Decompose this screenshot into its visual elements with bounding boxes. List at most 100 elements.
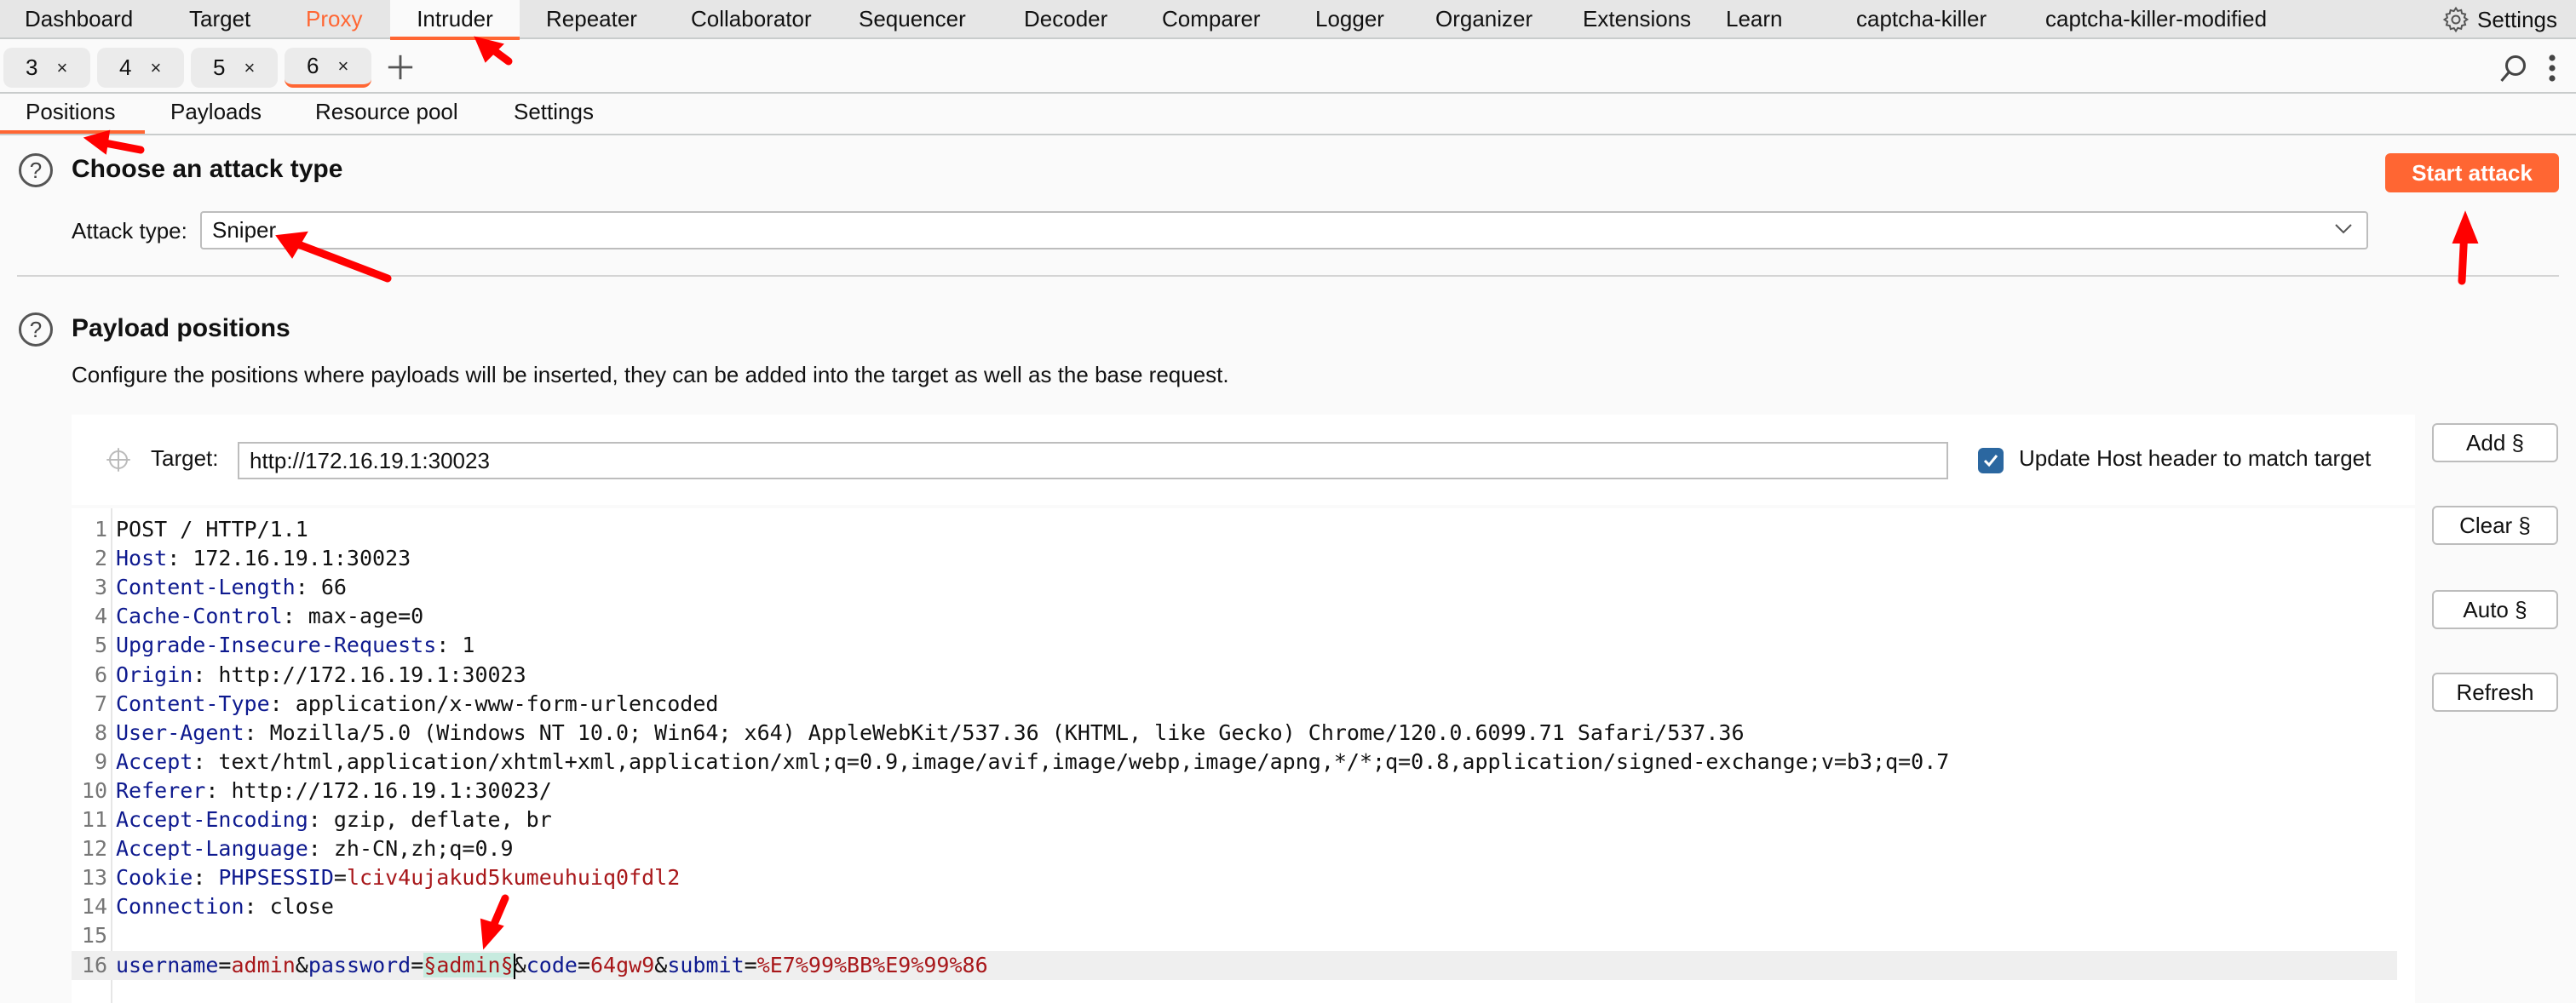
attack-tab-5[interactable]: 5 ×	[191, 48, 278, 88]
request-line[interactable]: 5 Upgrade-Insecure-Requests: 1	[72, 631, 2397, 660]
crosshair-icon	[106, 448, 130, 472]
close-icon[interactable]: ×	[337, 55, 348, 77]
attack-tab-3[interactable]: 3 ×	[3, 48, 90, 88]
position-buttons-panel: Add § Clear § Auto § Refresh	[2415, 415, 2576, 1003]
nav-logger[interactable]: Logger	[1315, 0, 1384, 39]
request-text: &	[513, 952, 526, 977]
request-line[interactable]: 7 Content-Type: application/x-www-form-ur…	[72, 690, 2397, 719]
line-number: 13	[81, 865, 107, 891]
request-line[interactable]: 16 username=admin&password=§admin§&code=6…	[72, 950, 2397, 980]
request-line[interactable]: 2 Host: 172.16.19.1:30023	[72, 544, 2397, 573]
update-host-label: Update Host header to match target	[2019, 445, 2372, 471]
request-key: Cache-Control	[116, 604, 283, 629]
nav-captcha-killer-modified[interactable]: captcha-killer-modified	[2045, 0, 2267, 39]
line-number: 11	[81, 807, 107, 832]
request-key: code	[526, 952, 578, 977]
clear-markers-button[interactable]: Clear §	[2432, 506, 2558, 545]
request-text: POST / HTTP/1.1	[116, 517, 308, 542]
request-text: =	[744, 952, 757, 977]
request-line[interactable]: 10 Referer: http://172.16.19.1:30023/	[72, 777, 2397, 805]
top-nav: Dashboard Target Proxy Intruder Repeater…	[0, 0, 2576, 40]
line-number: 6	[94, 662, 107, 687]
request-text: =	[411, 952, 424, 977]
update-host-checkbox[interactable]	[1978, 448, 2004, 473]
help-icon[interactable]: ?	[19, 153, 53, 187]
request-text: : http://172.16.19.1:30023/	[205, 777, 552, 803]
nav-organizer[interactable]: Organizer	[1435, 0, 1532, 39]
auto-markers-button[interactable]: Auto §	[2432, 590, 2558, 629]
line-number: 7	[94, 691, 107, 716]
nav-comparer[interactable]: Comparer	[1162, 0, 1261, 39]
request-line[interactable]: 6 Origin: http://172.16.19.1:30023	[72, 661, 2397, 690]
request-text: =	[218, 952, 232, 977]
refresh-button[interactable]: Refresh	[2432, 673, 2558, 712]
add-tab-icon[interactable]	[386, 53, 415, 82]
request-line[interactable]: 4 Cache-Control: max-age=0	[72, 602, 2397, 631]
settings-button[interactable]: Settings	[2441, 0, 2557, 39]
nav-target[interactable]: Target	[189, 0, 250, 39]
request-text: &	[295, 952, 308, 977]
request-text: : 1	[436, 633, 475, 658]
request-param-value: lciv4ujakud5kumeuhuiq0fdl2	[346, 865, 681, 891]
request-key: Accept	[116, 748, 193, 774]
nav-extensions[interactable]: Extensions	[1583, 0, 1691, 39]
request-line[interactable]: 12 Accept-Language: zh-CN,zh;q=0.9	[72, 834, 2397, 863]
request-text: =	[577, 952, 590, 977]
request-line[interactable]: 3 Content-Length: 66	[72, 573, 2397, 602]
request-line[interactable]: 13 Cookie: PHPSESSID=lciv4ujakud5kumeuhui…	[72, 863, 2397, 892]
close-icon[interactable]: ×	[150, 57, 161, 79]
nav-decoder[interactable]: Decoder	[1024, 0, 1107, 39]
line-number: 4	[94, 604, 107, 629]
more-options-icon[interactable]	[2547, 53, 2557, 83]
target-url-input[interactable]	[238, 442, 1948, 479]
attack-type-heading: Choose an attack type	[72, 155, 343, 183]
request-line[interactable]: 1 POST / HTTP/1.1	[72, 515, 2397, 544]
request-text: =	[333, 865, 347, 891]
search-icon[interactable]	[2498, 53, 2528, 83]
start-attack-button[interactable]: Start attack	[2385, 153, 2559, 192]
request-key: Content-Length	[116, 575, 296, 600]
tab-label: 6	[307, 53, 319, 78]
subtab-settings[interactable]: Settings	[488, 94, 619, 134]
subtab-positions[interactable]: Positions	[0, 94, 145, 134]
line-number: 3	[94, 575, 107, 600]
request-line[interactable]: 15	[72, 921, 2397, 950]
close-icon[interactable]: ×	[56, 57, 67, 79]
attack-tab-4[interactable]: 4 ×	[97, 48, 184, 88]
nav-dashboard[interactable]: Dashboard	[25, 0, 133, 39]
line-number: 5	[94, 633, 107, 658]
line-number: 14	[81, 894, 107, 920]
chevron-down-icon	[2335, 224, 2352, 234]
request-editor[interactable]: 1 POST / HTTP/1.1 2 Host: 172.16.19.1:30023…	[72, 508, 2415, 1003]
request-param-value: %E7%99%BB%E9%99%86	[756, 952, 988, 977]
close-icon[interactable]: ×	[244, 57, 255, 79]
attack-tab-6[interactable]: 6 ×	[285, 48, 371, 88]
subtab-payloads[interactable]: Payloads	[145, 94, 287, 134]
request-line[interactable]: 14 Connection: close	[72, 892, 2397, 921]
settings-label: Settings	[2477, 6, 2557, 32]
request-key: Host	[116, 546, 168, 571]
subtab-resource-pool[interactable]: Resource pool	[290, 94, 484, 134]
nav-repeater[interactable]: Repeater	[546, 0, 637, 39]
request-text: : 66	[295, 575, 347, 600]
nav-sequencer[interactable]: Sequencer	[859, 0, 966, 39]
section-divider	[17, 275, 2559, 277]
request-line[interactable]: 8 User-Agent: Mozilla/5.0 (Windows NT 10.…	[72, 719, 2397, 748]
request-text: : gzip, deflate, br	[308, 807, 552, 832]
target-panel: Target: Update Host header to match targ…	[72, 415, 2415, 505]
add-marker-button[interactable]: Add §	[2432, 423, 2558, 462]
request-line[interactable]: 9 Accept: text/html,application/xhtml+xml…	[72, 748, 2397, 777]
request-key: Accept-Encoding	[116, 807, 308, 832]
request-key: Accept-Language	[116, 836, 308, 862]
request-key: Content-Type	[116, 691, 270, 716]
line-number: 12	[81, 836, 107, 862]
attack-type-select[interactable]: Sniper	[200, 211, 2368, 249]
nav-learn[interactable]: Learn	[1726, 0, 1783, 39]
nav-captcha-killer[interactable]: captcha-killer	[1856, 0, 1987, 39]
nav-proxy[interactable]: Proxy	[306, 0, 362, 39]
help-icon[interactable]: ?	[19, 312, 53, 347]
nav-collaborator[interactable]: Collaborator	[691, 0, 812, 39]
request-line[interactable]: 11 Accept-Encoding: gzip, deflate, br	[72, 805, 2397, 834]
nav-intruder[interactable]: Intruder	[390, 0, 520, 40]
arrow-annotation	[2452, 210, 2479, 285]
